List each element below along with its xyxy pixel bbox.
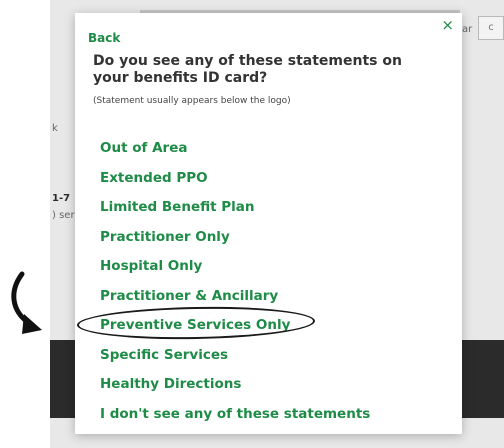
- option-practitioner-only[interactable]: Practitioner Only: [100, 229, 440, 259]
- background-text-ar: ar: [462, 24, 473, 35]
- background-text-fragment: ) ser: [52, 210, 75, 221]
- question-heading: Do you see any of these statements on yo…: [93, 53, 402, 86]
- option-extended-ppo[interactable]: Extended PPO: [100, 170, 440, 200]
- option-healthy-directions[interactable]: Healthy Directions: [100, 376, 440, 406]
- option-limited-benefit-plan[interactable]: Limited Benefit Plan: [100, 199, 440, 229]
- statement-options-list: Out of Area Extended PPO Limited Benefit…: [100, 140, 440, 435]
- option-none-of-these[interactable]: I don't see any of these statements: [100, 406, 440, 436]
- background-number-fragment: 1-7: [52, 193, 71, 204]
- option-specific-services[interactable]: Specific Services: [100, 347, 440, 377]
- option-out-of-area[interactable]: Out of Area: [100, 140, 440, 170]
- option-hospital-only[interactable]: Hospital Only: [100, 258, 440, 288]
- hint-text: (Statement usually appears below the log…: [93, 96, 291, 106]
- background-fragment-k: k: [52, 123, 58, 134]
- back-link[interactable]: Back: [88, 31, 120, 45]
- close-icon[interactable]: ×: [441, 18, 454, 33]
- background-button[interactable]: c: [478, 16, 504, 40]
- curved-arrow-icon: [11, 271, 42, 334]
- statement-selection-modal: × Back Do you see any of these statement…: [75, 13, 462, 434]
